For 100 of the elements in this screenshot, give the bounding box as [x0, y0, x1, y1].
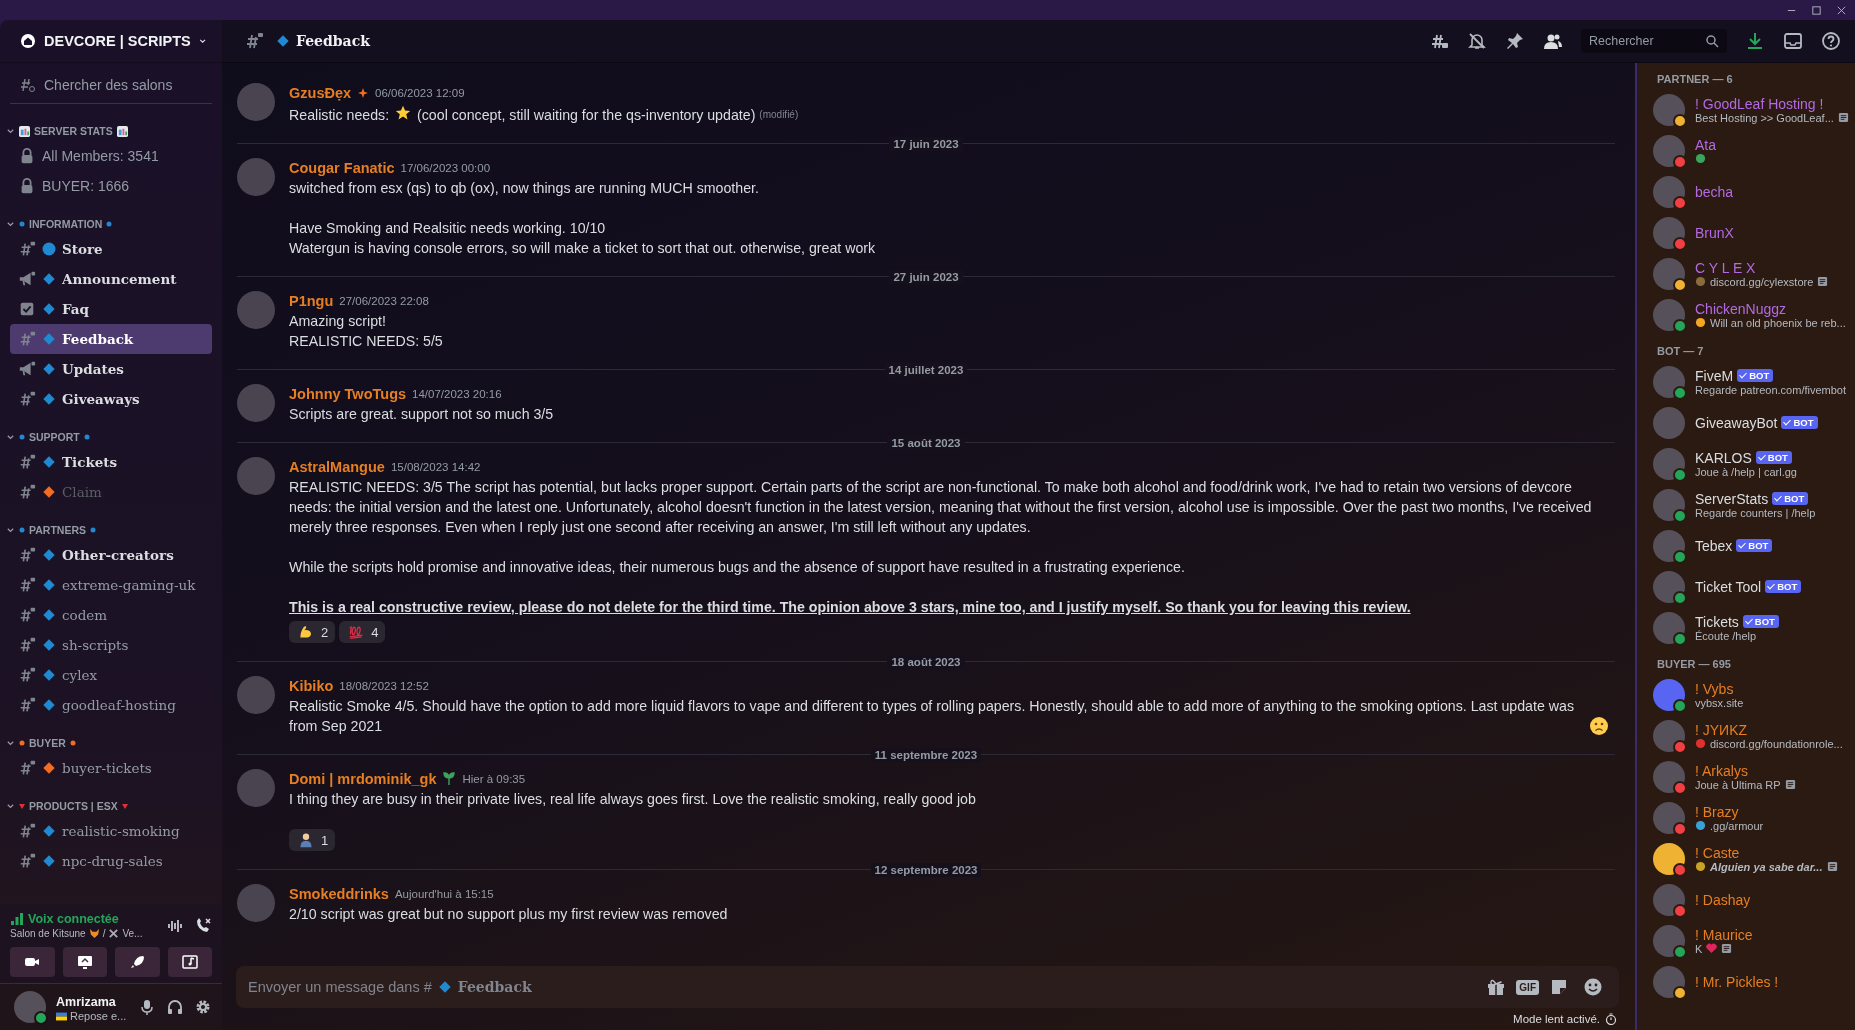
timestamp: 27/06/2023 22:08	[339, 295, 429, 307]
member-activity: Regarde counters | /help	[1695, 506, 1816, 519]
camera-button[interactable]	[10, 947, 55, 977]
help-icon[interactable]	[1821, 31, 1841, 51]
member-item[interactable]: Tickets BOT Écoute /help	[1647, 607, 1855, 648]
channel-item[interactable]: npc-drug-sales	[10, 846, 212, 876]
pin-icon[interactable]	[1505, 31, 1525, 51]
channel-item[interactable]: All Members: 3541	[10, 141, 212, 171]
close-icon[interactable]	[1836, 4, 1847, 16]
author-name[interactable]: AstralMangue	[289, 459, 385, 475]
author-name[interactable]: Domi | mrdominik_gk	[289, 771, 437, 787]
member-name: KARLOS	[1695, 449, 1752, 466]
reaction-button[interactable]: 2	[289, 621, 336, 643]
reaction-button[interactable]: 1	[289, 829, 336, 851]
member-name: ! JYИKZ	[1695, 721, 1748, 738]
channel-item[interactable]: Feedback	[10, 324, 212, 354]
gif-button[interactable]: GIF	[1516, 979, 1539, 995]
member-item[interactable]: KARLOS BOT Joue à /help | carl.gg	[1647, 443, 1855, 484]
emoji-icon[interactable]	[1583, 977, 1603, 997]
channel-item[interactable]: realistic-smoking	[10, 816, 212, 846]
channel-item[interactable]: sh-scripts	[10, 630, 212, 660]
channel-item[interactable]: Announcement	[10, 264, 212, 294]
server-header[interactable]: DEVCORE | SCRIPTS	[0, 20, 222, 63]
author-name[interactable]: P1ngu	[289, 293, 334, 309]
inbox-icon[interactable]	[1783, 31, 1803, 51]
author-name[interactable]: Kibiko	[289, 678, 334, 694]
sticker-icon[interactable]	[1549, 977, 1569, 997]
member-name: ServerStats	[1695, 490, 1769, 507]
member-item[interactable]: GiveawayBot BOT	[1647, 402, 1855, 443]
custom-status: Repose e...	[70, 1010, 127, 1022]
member-item[interactable]: ServerStats BOT Regarde counters | /help	[1647, 484, 1855, 525]
member-item[interactable]: becha	[1647, 171, 1855, 212]
member-name: ChickenNuggz	[1695, 300, 1787, 317]
hashtag-lock-icon	[18, 390, 36, 408]
timestamp: 14/07/2023 20:16	[412, 388, 502, 400]
category-header[interactable]: PRODUCTS | ESX	[0, 796, 222, 816]
headphones-icon[interactable]	[166, 998, 184, 1016]
member-item[interactable]: ! Mr. Pickles !	[1647, 961, 1855, 1002]
channel-item[interactable]: Store	[10, 234, 212, 264]
dot-icon	[19, 740, 25, 746]
bot-badge: BOT	[1736, 539, 1773, 552]
reaction-button[interactable]: 4	[339, 621, 386, 643]
member-item[interactable]: ! Caste Alguien ya sabe dar...	[1647, 838, 1855, 879]
member-item[interactable]: BrunX	[1647, 212, 1855, 253]
user-avatar[interactable]	[14, 991, 46, 1023]
category-header[interactable]: SERVER STATS	[0, 121, 222, 141]
microphone-icon[interactable]	[138, 998, 156, 1016]
channel-item[interactable]: Tickets	[10, 447, 212, 477]
screen-share-button[interactable]	[62, 947, 107, 977]
channel-item[interactable]: Updates	[10, 354, 212, 384]
dot-icon	[19, 434, 25, 440]
channel-item[interactable]: Faq	[10, 294, 212, 324]
member-item[interactable]: Tebex BOT	[1647, 525, 1855, 566]
member-item[interactable]: Ticket Tool BOT	[1647, 566, 1855, 607]
voice-subchannel[interactable]: Ve...	[122, 928, 143, 939]
channel-search[interactable]: Chercher des salons	[10, 71, 212, 104]
member-item[interactable]: ! Brazy .gg/armour	[1647, 797, 1855, 838]
search-field[interactable]: Rechercher	[1581, 29, 1727, 53]
message-field[interactable]: Envoyer un message dans # Feedback GIF	[236, 966, 1619, 1008]
megaphone-icon	[18, 360, 36, 378]
member-name: Ata	[1695, 137, 1716, 153]
settings-icon[interactable]	[194, 998, 212, 1016]
member-item[interactable]: FiveM BOT Regarde patreon.com/fivembot	[1647, 361, 1855, 402]
channel-item[interactable]: extreme-gaming-uk	[10, 570, 212, 600]
voice-channel[interactable]: Salon de Kitsune	[10, 928, 86, 939]
category-header[interactable]: INFORMATION	[0, 214, 222, 234]
gift-icon[interactable]	[1486, 977, 1507, 997]
member-item[interactable]: ! Vybs vybsx.site	[1647, 674, 1855, 715]
member-item[interactable]: ChickenNuggz Will an old phoenix be reb...	[1647, 294, 1855, 335]
author-name[interactable]: Johnny TwoTugs	[289, 386, 407, 402]
channel-item[interactable]: codem	[10, 600, 212, 630]
category-header[interactable]: SUPPORT	[0, 427, 222, 447]
member-item[interactable]: ! Arkalys Joue à Ultima RP	[1647, 756, 1855, 797]
hang-up-icon[interactable]	[194, 916, 212, 935]
category-header[interactable]: PARTNERS	[0, 520, 222, 540]
channel-item[interactable]: cylex	[10, 660, 212, 690]
member-item[interactable]: Ata	[1647, 130, 1855, 171]
soundboard-button[interactable]	[167, 947, 212, 977]
hashtag-lock-icon	[18, 453, 36, 471]
channel-item[interactable]: goodleaf-hosting	[10, 690, 212, 720]
author-name[interactable]: Cougar Fanatic	[289, 160, 395, 176]
maximize-icon[interactable]	[1811, 4, 1822, 16]
member-item[interactable]: ! Maurice K	[1647, 920, 1855, 961]
member-activity: Alguien ya sabe dar...	[1710, 860, 1823, 873]
member-item[interactable]: C Y L E X discord.gg/cylexstore	[1647, 253, 1855, 294]
channel-item[interactable]: Other-creators	[10, 540, 212, 570]
author-name[interactable]: Smokeddrinks	[289, 886, 389, 902]
rocket-icon	[129, 954, 146, 970]
activity-button[interactable]	[115, 947, 160, 977]
channel-item[interactable]: buyer-tickets	[10, 753, 212, 783]
member-item[interactable]: ! GoodLeaf Hosting ! Best Hosting >> GoodLeaf...	[1647, 89, 1855, 130]
channel-item[interactable]: Giveaways	[10, 384, 212, 414]
category-header[interactable]: BUYER	[0, 733, 222, 753]
home-icon	[20, 33, 36, 49]
member-item[interactable]: ! JYИKZ discord.gg/foundationrole...	[1647, 715, 1855, 756]
download-icon[interactable]	[1745, 31, 1765, 51]
member-item[interactable]: ! Dashay	[1647, 879, 1855, 920]
bell-muted-icon[interactable]	[1467, 31, 1487, 51]
channel-item[interactable]: BUYER: 1666	[10, 171, 212, 201]
author-name[interactable]: GzusĐẹx	[289, 85, 352, 101]
